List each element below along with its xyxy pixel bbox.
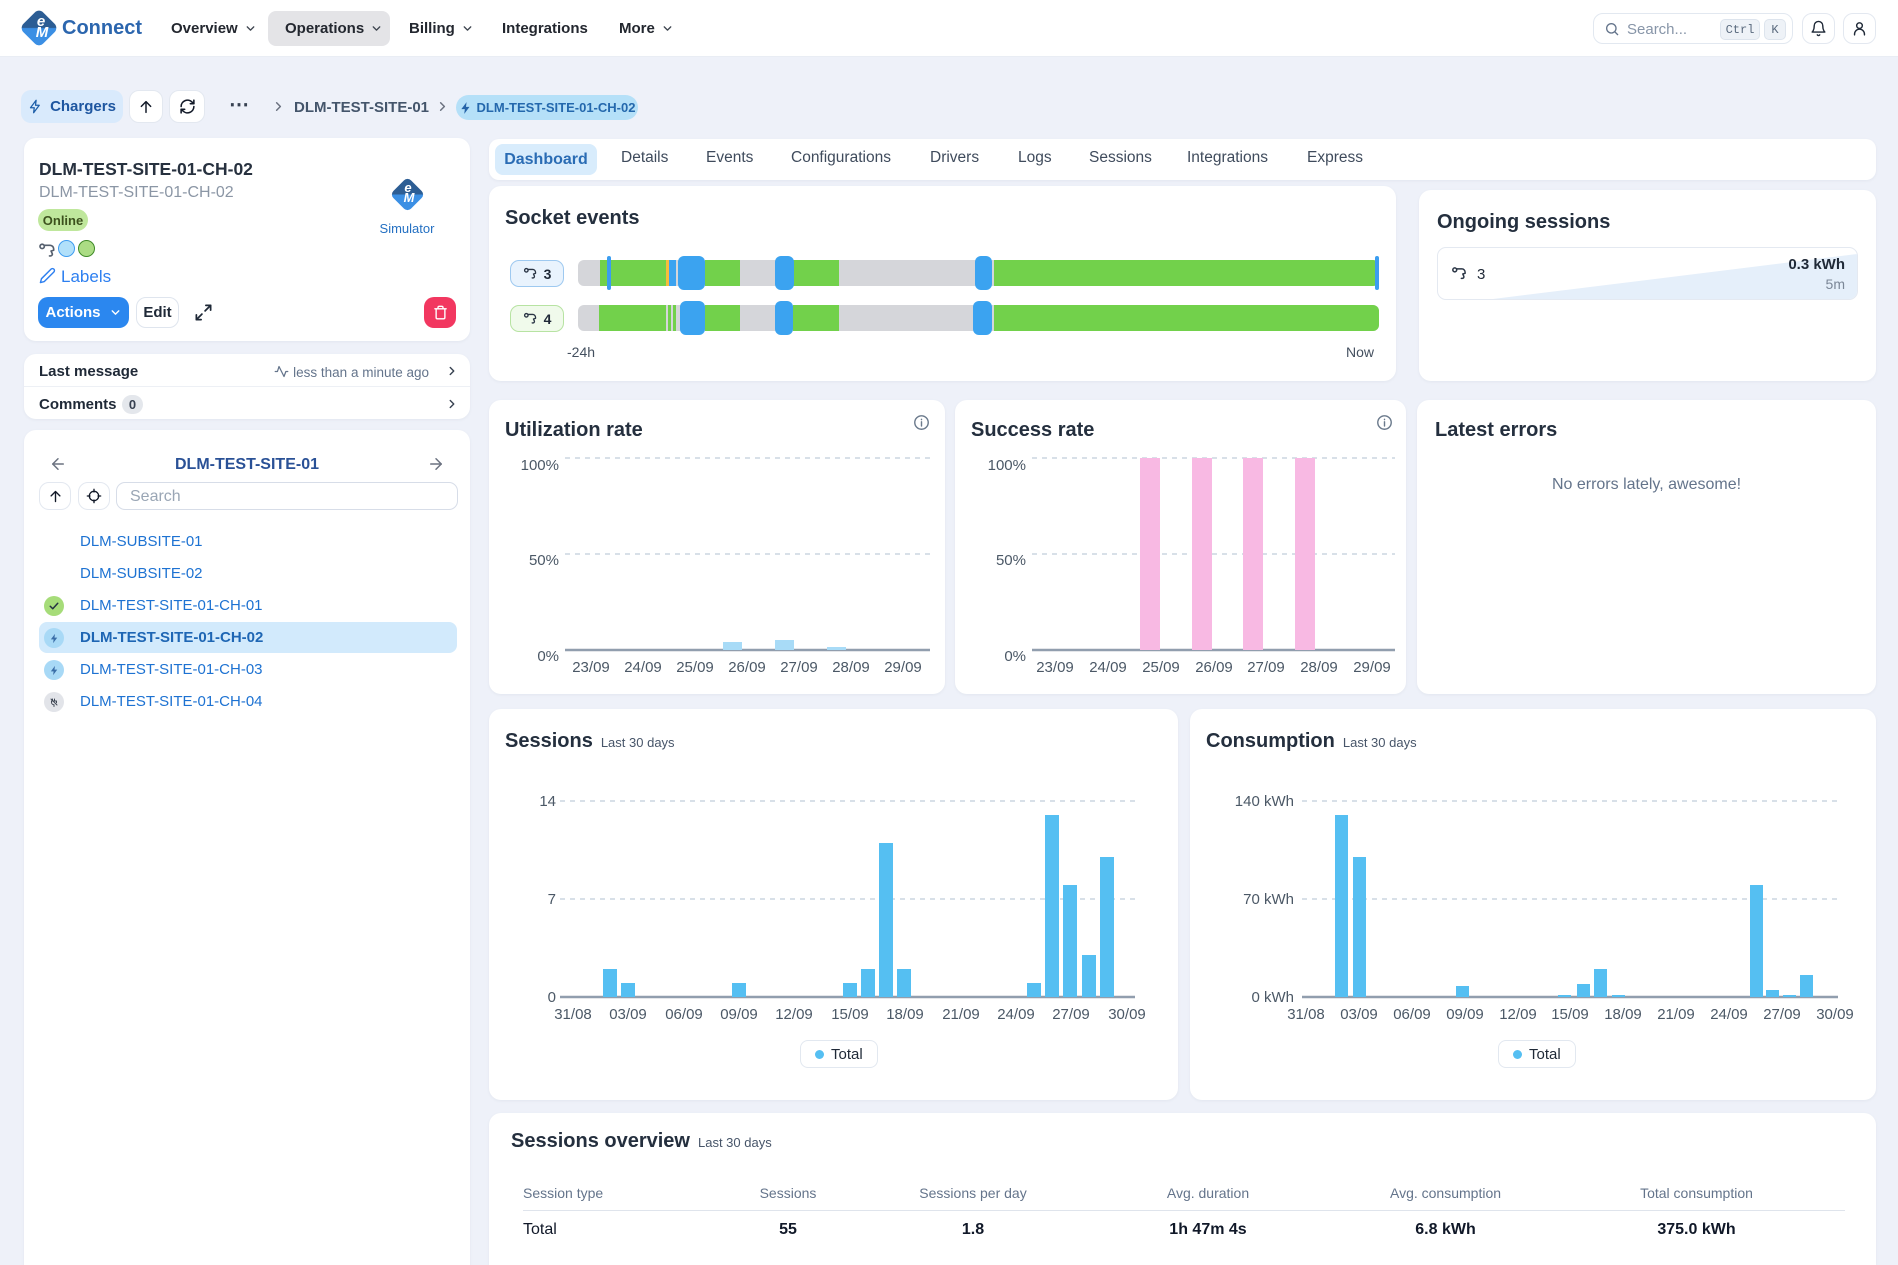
svg-text:24/09: 24/09	[1710, 1006, 1748, 1023]
svg-text:100%: 100%	[988, 457, 1026, 474]
svg-text:09/09: 09/09	[1446, 1006, 1484, 1023]
svg-text:18/09: 18/09	[886, 1006, 924, 1023]
svg-text:70 kWh: 70 kWh	[1243, 891, 1294, 908]
svg-text:12/09: 12/09	[775, 1006, 813, 1023]
svg-text:30/09: 30/09	[1816, 1006, 1854, 1023]
svg-text:25/09: 25/09	[676, 659, 714, 676]
svg-text:26/09: 26/09	[1195, 659, 1233, 676]
svg-text:15/09: 15/09	[1551, 1006, 1589, 1023]
svg-text:7: 7	[548, 891, 556, 908]
svg-text:12/09: 12/09	[1499, 1006, 1537, 1023]
svg-text:0%: 0%	[1004, 648, 1026, 665]
svg-text:0: 0	[548, 989, 556, 1006]
svg-text:27/09: 27/09	[1247, 659, 1285, 676]
svg-text:0%: 0%	[537, 648, 559, 665]
svg-text:50%: 50%	[529, 552, 559, 569]
svg-text:25/09: 25/09	[1142, 659, 1180, 676]
svg-text:100%: 100%	[521, 457, 559, 474]
svg-text:23/09: 23/09	[572, 659, 610, 676]
svg-text:140 kWh: 140 kWh	[1235, 793, 1294, 810]
svg-text:18/09: 18/09	[1604, 1006, 1642, 1023]
svg-text:29/09: 29/09	[1353, 659, 1391, 676]
svg-text:21/09: 21/09	[1657, 1006, 1695, 1023]
svg-text:0 kWh: 0 kWh	[1251, 989, 1294, 1006]
svg-text:50%: 50%	[996, 552, 1026, 569]
svg-text:06/09: 06/09	[665, 1006, 703, 1023]
svg-text:09/09: 09/09	[720, 1006, 758, 1023]
svg-text:15/09: 15/09	[831, 1006, 869, 1023]
svg-text:29/09: 29/09	[884, 659, 922, 676]
svg-text:06/09: 06/09	[1393, 1006, 1431, 1023]
svg-text:03/09: 03/09	[609, 1006, 647, 1023]
svg-text:30/09: 30/09	[1108, 1006, 1146, 1023]
svg-text:26/09: 26/09	[728, 659, 766, 676]
svg-text:03/09: 03/09	[1340, 1006, 1378, 1023]
svg-text:24/09: 24/09	[997, 1006, 1035, 1023]
svg-text:14: 14	[539, 793, 556, 810]
svg-text:23/09: 23/09	[1036, 659, 1074, 676]
svg-text:21/09: 21/09	[942, 1006, 980, 1023]
svg-text:28/09: 28/09	[1300, 659, 1338, 676]
svg-text:27/09: 27/09	[1052, 1006, 1090, 1023]
svg-text:24/09: 24/09	[1089, 659, 1127, 676]
svg-text:27/09: 27/09	[1763, 1006, 1801, 1023]
svg-text:31/08: 31/08	[554, 1006, 592, 1023]
svg-text:24/09: 24/09	[624, 659, 662, 676]
svg-text:27/09: 27/09	[780, 659, 818, 676]
svg-text:28/09: 28/09	[832, 659, 870, 676]
svg-text:31/08: 31/08	[1287, 1006, 1325, 1023]
